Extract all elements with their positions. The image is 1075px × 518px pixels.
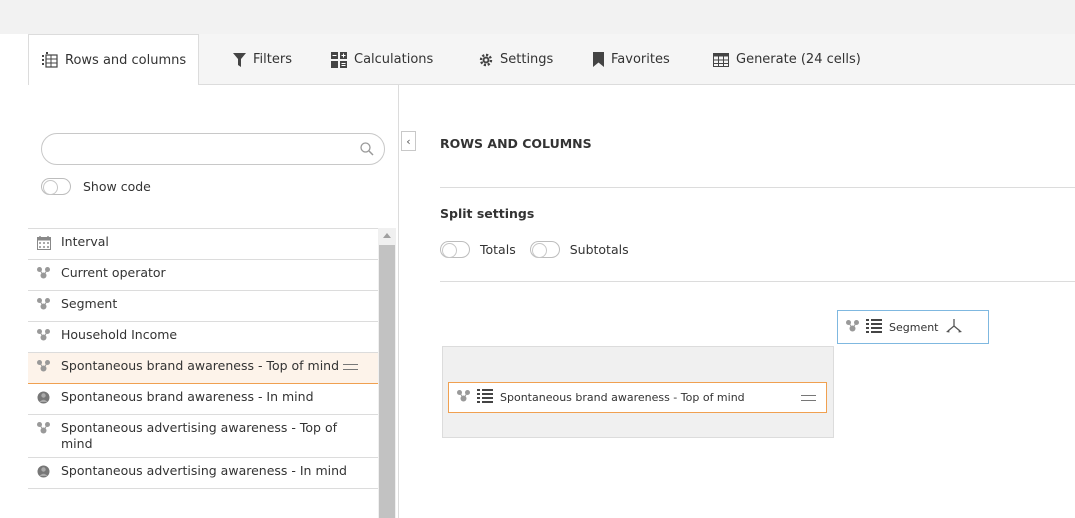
- tree-icon: [37, 298, 50, 314]
- tree-icon: [457, 390, 470, 405]
- tab-label: Calculations: [354, 52, 434, 67]
- divider: [440, 187, 1075, 188]
- split-toggles: Totals Subtotals: [440, 241, 643, 258]
- tree-icon: [37, 267, 50, 283]
- drag-handle-icon[interactable]: [343, 364, 358, 370]
- chip-label: Segment: [889, 320, 939, 334]
- list-item-label: Spontaneous advertising awareness - Top …: [61, 420, 337, 451]
- rows-columns-icon: [42, 52, 58, 68]
- chip-label: Spontaneous brand awareness - Top of min…: [500, 391, 745, 404]
- tab-settings[interactable]: Settings: [479, 34, 553, 85]
- collapse-sidebar-button[interactable]: ‹: [401, 131, 416, 151]
- tab-favorites[interactable]: Favorites: [593, 34, 670, 85]
- totals-label: Totals: [480, 242, 516, 257]
- list-item-advertising-awareness-top-of-mind[interactable]: Spontaneous advertising awareness - Top …: [28, 415, 378, 458]
- search-box: [41, 133, 385, 165]
- tab-label: Favorites: [611, 52, 670, 67]
- chevron-left-icon: ‹: [406, 134, 411, 148]
- variable-list: Interval Current operator Segment Househ…: [28, 228, 378, 489]
- subtotals-toggle[interactable]: [529, 241, 560, 258]
- show-code-toggle[interactable]: [41, 178, 71, 195]
- tree-icon: [37, 329, 50, 345]
- list-item-segment[interactable]: Segment: [28, 291, 378, 322]
- list-item-label: Spontaneous advertising awareness - In m…: [61, 463, 347, 478]
- row-variable-chip[interactable]: Spontaneous brand awareness - Top of min…: [448, 382, 827, 413]
- list-item-label: Interval: [61, 234, 109, 249]
- list-item-label: Spontaneous brand awareness - Top of min…: [61, 358, 340, 373]
- tab-calculations[interactable]: Calculations: [331, 34, 433, 85]
- tab-label: Generate (24 cells): [736, 52, 861, 67]
- tree-icon: [846, 319, 859, 335]
- head-icon: [37, 391, 50, 409]
- list-item-brand-awareness-top-of-mind[interactable]: Spontaneous brand awareness - Top of min…: [28, 353, 378, 384]
- search-input[interactable]: [56, 134, 356, 164]
- list-item-label: Spontaneous brand awareness - In mind: [61, 389, 314, 404]
- variables-sidebar: Show code Interval Current operator Segm…: [28, 85, 399, 518]
- table-icon: [713, 52, 729, 67]
- search-icon[interactable]: [360, 142, 374, 160]
- column-variable-chip[interactable]: Segment: [837, 310, 989, 344]
- list-item-current-operator[interactable]: Current operator: [28, 260, 378, 291]
- scrollbar-thumb[interactable]: [379, 245, 395, 518]
- list-item-brand-awareness-in-mind[interactable]: Spontaneous brand awareness - In mind: [28, 384, 378, 415]
- totals-toggle[interactable]: [440, 241, 470, 258]
- tab-rows-and-columns[interactable]: Rows and columns: [28, 34, 200, 86]
- list-item-advertising-awareness-in-mind[interactable]: Spontaneous advertising awareness - In m…: [28, 458, 378, 489]
- list-item-household-income[interactable]: Household Income: [28, 322, 378, 353]
- tab-label: Rows and columns: [65, 52, 187, 68]
- tab-bar: Rows and columns Filters Calculations Se…: [28, 34, 1075, 86]
- calendar-icon: [37, 236, 51, 254]
- list-icon[interactable]: [866, 318, 882, 336]
- page-title: ROWS AND COLUMNS: [440, 136, 592, 151]
- divider: [440, 281, 1075, 282]
- scroll-up-icon[interactable]: [383, 233, 391, 238]
- tab-label: Settings: [500, 52, 554, 67]
- tree-icon: [37, 360, 50, 376]
- gear-icon: [479, 53, 493, 67]
- list-item-label: Household Income: [61, 327, 178, 342]
- drag-handle-icon[interactable]: [801, 395, 816, 401]
- tab-label: Filters: [253, 52, 292, 67]
- tab-filters[interactable]: Filters: [233, 34, 292, 85]
- calculator-icon: [331, 51, 347, 68]
- subtotals-label: Subtotals: [569, 242, 629, 257]
- split-settings-title: Split settings: [440, 206, 535, 221]
- list-item-label: Segment: [61, 296, 118, 311]
- list-item-interval[interactable]: Interval: [28, 229, 378, 260]
- split-icon[interactable]: [945, 318, 962, 336]
- list-item-label: Current operator: [61, 265, 166, 280]
- list-scrollbar[interactable]: [378, 228, 396, 518]
- show-code-label: Show code: [83, 179, 151, 194]
- bookmark-icon: [593, 52, 604, 67]
- tab-generate[interactable]: Generate (24 cells): [713, 34, 861, 85]
- show-code-toggle-row: Show code: [41, 178, 151, 195]
- tree-icon: [37, 422, 50, 438]
- top-strip: [0, 0, 1075, 34]
- list-icon[interactable]: [477, 389, 493, 406]
- head-icon: [37, 465, 50, 483]
- filter-icon: [233, 52, 246, 67]
